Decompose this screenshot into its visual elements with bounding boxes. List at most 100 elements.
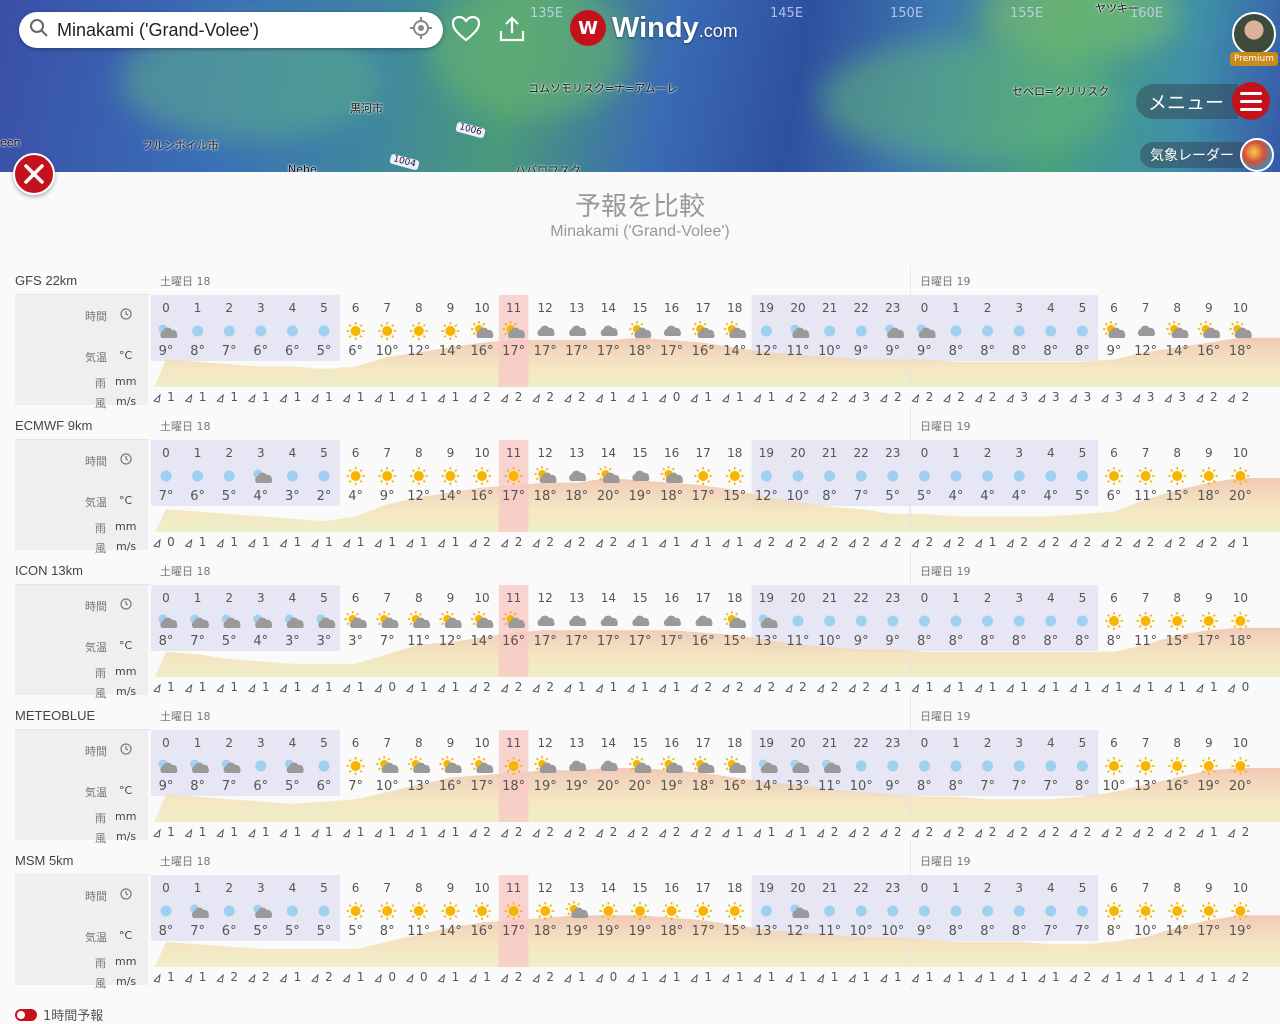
temperature-value: 7° (222, 344, 237, 359)
wind-speed-value: 0 (420, 970, 428, 984)
wind-speed-value: 1 (325, 390, 333, 404)
weather-sun-icon (1199, 612, 1218, 630)
weather-pc-sun-icon (692, 756, 715, 773)
weather-radar-button[interactable]: 気象レーダー (1140, 138, 1274, 172)
wind-speed-value: 1 (862, 970, 870, 984)
temperature-value: 14° (439, 489, 462, 504)
temperature-value: 19° (565, 924, 588, 939)
temp-row-label: 気温 (85, 496, 107, 509)
weather-moon-icon (1013, 470, 1025, 482)
weather-sun-icon (409, 467, 428, 485)
wind-speed-value: 2 (515, 535, 523, 549)
toggle-switch[interactable] (15, 1008, 37, 1021)
hour-label: 10 (474, 301, 489, 315)
hour-label: 7 (1142, 591, 1150, 605)
temperature-value: 14° (439, 924, 462, 939)
temperature-value: 4° (1043, 489, 1058, 504)
hour-label: 19 (759, 881, 774, 895)
temperature-value: 11° (818, 779, 841, 794)
row-label-column: 時間 気温雨風 °C mm m/s (15, 585, 148, 700)
model-name[interactable]: ECMWF 9km (15, 418, 92, 433)
weather-cloud-icon (569, 325, 587, 336)
hour-label: 0 (162, 446, 170, 460)
avatar[interactable] (1232, 12, 1276, 56)
weather-sun-icon (694, 902, 713, 920)
share-upload-icon[interactable] (497, 14, 527, 44)
wind-speed-value: 2 (515, 970, 523, 984)
wind-unit-label: m/s (116, 685, 137, 698)
temperature-value: 10° (818, 634, 841, 649)
temperature-value: 4° (949, 489, 964, 504)
weather-pc-sun-icon (1166, 321, 1189, 338)
temperature-value: 8° (159, 924, 174, 939)
temperature-value: 8° (1012, 344, 1027, 359)
temperature-value: 9° (159, 779, 174, 794)
wind-speed-value: 1 (894, 680, 902, 694)
hour-label: 4 (1047, 301, 1055, 315)
hourly-forecast-toggle[interactable]: 1時間予報 (15, 1005, 103, 1024)
weather-moon-icon (918, 905, 930, 917)
search-input[interactable]: Minakami ('Grand-Volee') (57, 20, 409, 41)
wind-row-label: 風 (95, 977, 106, 990)
windy-logo[interactable]: W Windy.com (570, 10, 738, 46)
wind-speed-value: 1 (989, 680, 997, 694)
wind-speed-value: 1 (1020, 680, 1028, 694)
wind-speed-value: 1 (388, 535, 396, 549)
wind-speed-value: 3 (1115, 390, 1123, 404)
wind-speed-value: 1 (357, 390, 365, 404)
time-row-label: 時間 (85, 745, 107, 758)
temperature-value: 18° (534, 924, 557, 939)
hour-label: 20 (790, 591, 805, 605)
temperature-value: 16° (470, 924, 493, 939)
wind-row-bg (150, 967, 1280, 985)
temperature-value: 17° (692, 489, 715, 504)
weather-moon-icon (950, 615, 962, 627)
wind-speed-value: 2 (768, 680, 776, 694)
temperature-value: 15° (723, 924, 746, 939)
wind-speed-value: 2 (578, 390, 586, 404)
hour-label: 21 (822, 736, 837, 750)
temperature-value: 12° (755, 344, 778, 359)
temperature-value: 7° (190, 924, 205, 939)
temperature-value: 5° (253, 924, 268, 939)
temperature-value: 7° (159, 489, 174, 504)
temperature-value: 10° (850, 779, 873, 794)
menu-button[interactable]: メニュー (1136, 82, 1271, 120)
temperature-value: 8° (1075, 634, 1090, 649)
map-place-label: コムソモリスク=ナ=アムーレ (528, 82, 678, 95)
hour-label: 2 (984, 881, 992, 895)
hour-label: 6 (1110, 301, 1118, 315)
hour-label: 9 (447, 881, 455, 895)
temperature-value: 8° (949, 779, 964, 794)
hour-label: 2 (984, 301, 992, 315)
model-name[interactable]: GFS 22km (15, 273, 77, 288)
hour-label: 14 (601, 301, 616, 315)
weather-sun-icon (1136, 902, 1155, 920)
weather-sun-icon (1168, 612, 1187, 630)
temperature-value: 9° (1107, 344, 1122, 359)
temperature-value: 16° (692, 344, 715, 359)
close-button[interactable] (13, 153, 55, 195)
hour-label: 7 (1142, 301, 1150, 315)
search-icon (29, 18, 49, 42)
hour-label: 23 (885, 736, 900, 750)
model-name[interactable]: MSM 5km (15, 853, 74, 868)
locate-icon[interactable] (409, 16, 433, 44)
hour-label: 7 (1142, 446, 1150, 460)
wind-speed-value: 1 (230, 825, 238, 839)
model-name[interactable]: ICON 13km (15, 563, 83, 578)
favorite-heart-icon[interactable] (451, 14, 481, 44)
model-name[interactable]: METEOBLUE (15, 708, 95, 723)
map-background[interactable]: 135E 145E 150E 155E 160E 黒河市 フルンボイル市 コムソ… (0, 0, 1280, 172)
wind-speed-value: 1 (167, 825, 175, 839)
temperature-value: 8° (980, 924, 995, 939)
wind-speed-value: 1 (1147, 970, 1155, 984)
weather-moon-icon (318, 470, 330, 482)
weather-pc-sun-icon (565, 901, 589, 918)
wind-speed-value: 2 (894, 535, 902, 549)
weather-sun-icon (346, 467, 365, 485)
search-box[interactable]: Minakami ('Grand-Volee') (19, 12, 443, 48)
temperature-value: 12° (407, 344, 430, 359)
temperature-value: 17° (660, 344, 683, 359)
weather-moon-icon (1076, 760, 1088, 772)
